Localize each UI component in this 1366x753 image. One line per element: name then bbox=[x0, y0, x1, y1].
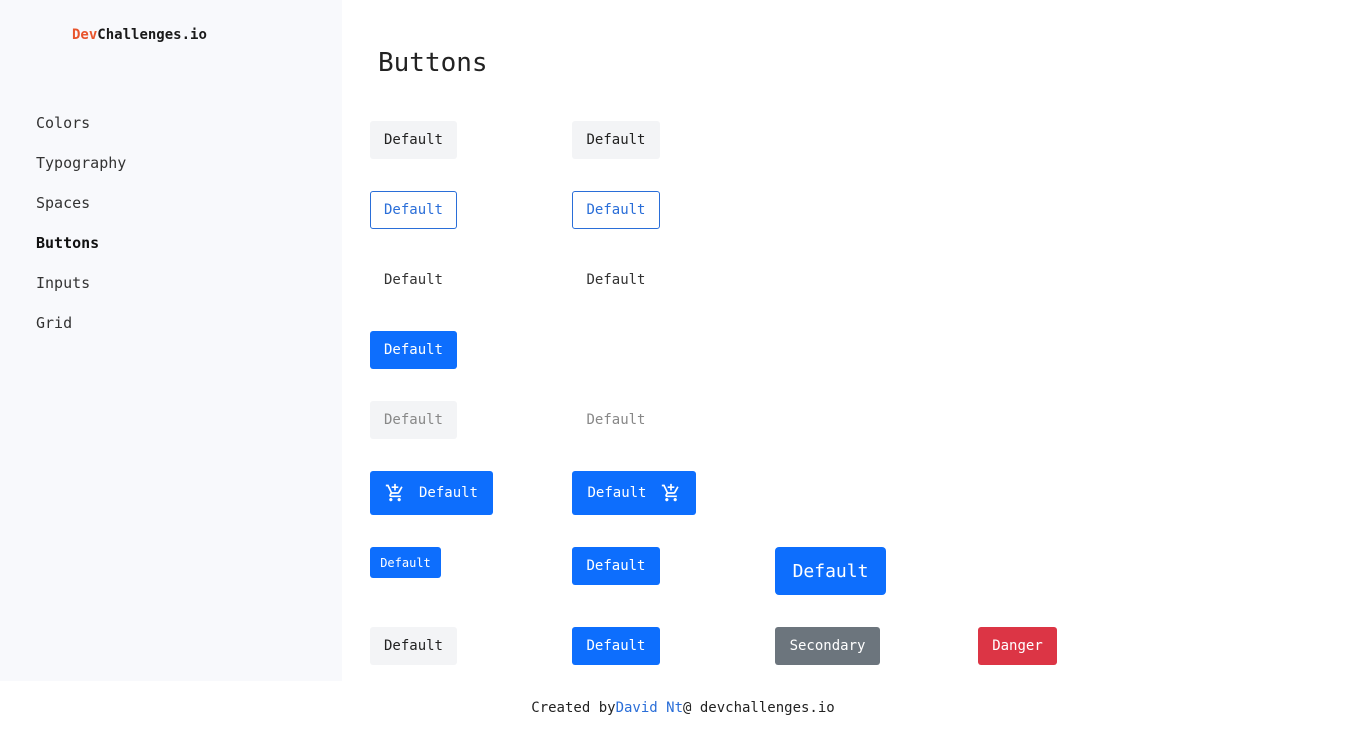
primary-color-button[interactable]: Default bbox=[572, 627, 660, 665]
nav-item-typography[interactable]: Typography bbox=[36, 154, 126, 194]
text-button-hover[interactable]: Default bbox=[572, 261, 660, 299]
nav-item-spaces[interactable]: Spaces bbox=[36, 194, 126, 234]
nav-item-inputs[interactable]: Inputs bbox=[36, 274, 126, 314]
end-icon-button-label: Default bbox=[587, 485, 647, 501]
default-color-button[interactable]: Default bbox=[370, 627, 457, 665]
start-icon-button-label: Default bbox=[418, 485, 478, 501]
outline-button-hover[interactable]: Default bbox=[572, 191, 660, 229]
primary-button[interactable]: Default bbox=[370, 331, 457, 369]
start-icon-button[interactable]: Default bbox=[370, 471, 493, 515]
logo[interactable]: DevChallenges.io bbox=[72, 27, 207, 43]
end-icon-button[interactable]: Default bbox=[572, 471, 696, 515]
medium-button[interactable]: Default bbox=[572, 547, 660, 585]
add-shopping-cart-icon bbox=[385, 483, 403, 502]
logo-text: Challenges.io bbox=[97, 27, 207, 43]
nav-item-grid[interactable]: Grid bbox=[36, 314, 126, 354]
small-button[interactable]: Default bbox=[370, 547, 441, 578]
danger-button[interactable]: Danger bbox=[978, 627, 1057, 665]
main-content: Buttons Default Default Default Default … bbox=[342, 0, 1366, 681]
add-shopping-cart-icon bbox=[661, 483, 679, 502]
outline-button[interactable]: Default bbox=[370, 191, 457, 229]
disabled-text-button: Default bbox=[572, 401, 660, 439]
disabled-button: Default bbox=[370, 401, 457, 439]
footer-prefix: Created by bbox=[531, 700, 616, 716]
default-button[interactable]: Default bbox=[370, 121, 457, 159]
footer: Created byDavid Nt@ devchallenges.io bbox=[0, 681, 1366, 753]
sidebar: DevChallenges.io Colors Typography Space… bbox=[0, 0, 342, 681]
nav-item-colors[interactable]: Colors bbox=[36, 114, 126, 154]
sidebar-nav: Colors Typography Spaces Buttons Inputs … bbox=[36, 114, 126, 354]
footer-author-link[interactable]: David Nt bbox=[616, 700, 683, 716]
page-title: Buttons bbox=[378, 48, 488, 78]
nav-item-buttons[interactable]: Buttons bbox=[36, 234, 126, 274]
secondary-button[interactable]: Secondary bbox=[775, 627, 880, 665]
footer-suffix: @ devchallenges.io bbox=[683, 700, 835, 716]
default-button-no-shadow[interactable]: Default bbox=[572, 121, 660, 159]
large-button[interactable]: Default bbox=[775, 547, 886, 595]
text-button[interactable]: Default bbox=[370, 261, 457, 299]
logo-accent: Dev bbox=[72, 27, 98, 43]
